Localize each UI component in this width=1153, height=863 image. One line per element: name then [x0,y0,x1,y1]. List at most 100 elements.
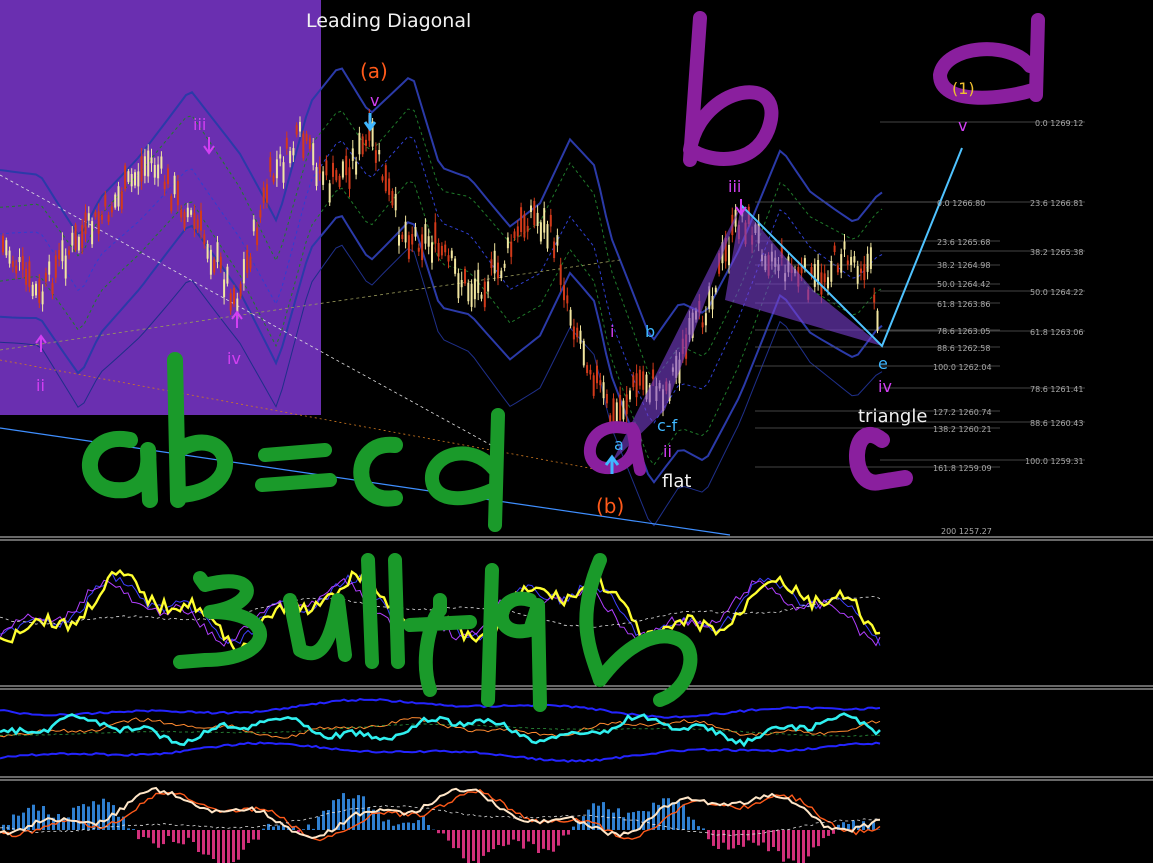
arrow-v-top [363,113,377,132]
macd-hist-bar [302,829,305,830]
candle-body [473,278,476,300]
macd-hist-bar [812,830,815,848]
candle-body [143,156,146,176]
chart-stage: Leading Diagonal (a) v iii ii iv i b a c… [0,0,1153,863]
macd-hist-bar [437,830,440,834]
candle-body [863,264,866,281]
fib-left-8: 127.2 1260.74 [933,408,992,417]
macd-hist-bar [152,830,155,844]
macd-hist-bar [102,798,105,830]
candle-body [622,400,625,420]
candle-body [120,191,123,210]
candle-body [513,231,516,239]
candle-body [830,261,833,282]
macd-hist-bar [272,826,275,830]
macd-hist-bar [757,830,760,846]
macd-hist-bar [467,830,470,863]
macd-hist-bar [547,830,550,851]
candle-body [407,235,410,259]
candle-body [190,210,193,215]
macd-hist-bar [752,830,755,843]
candle-body [114,194,117,208]
candle-body [180,209,183,218]
candle-body [355,161,358,175]
candle-body [503,263,506,268]
candle-body [500,270,503,279]
macd-hist-bar [222,830,225,863]
candle-body [589,369,592,375]
hand-c [849,427,913,491]
macd-hist-bar [712,830,715,846]
candle-body [424,224,427,244]
candle-body [295,125,298,135]
candle-body [714,287,717,293]
candle-body [157,164,160,179]
candle-body [836,265,839,273]
candle-body [840,254,843,273]
candle-body [84,212,87,234]
candle-body [414,227,417,237]
candle-body [153,165,156,178]
label-roman-ii-left: ii [36,376,45,395]
candle-body [711,296,714,310]
candle-body [117,186,120,207]
macd-hist-bar [147,830,150,838]
candle-body [272,175,275,182]
macd-hist-bar [227,830,230,863]
candle-body [374,150,377,163]
candle-body [483,281,486,308]
macd-hist-bar [667,798,670,830]
candle-body [308,137,311,149]
candle-body [365,139,367,146]
candle-body [213,259,216,273]
candle-body [833,245,836,252]
macd-hist-bar [627,812,630,830]
candle-body [229,293,232,311]
candle-body [345,155,348,176]
candle-body [572,326,575,340]
candle-body [615,402,618,423]
candle-body [460,280,463,288]
macd-hist-bar [702,828,705,830]
candle-body [447,255,450,262]
candle-body [506,237,509,249]
candle-body [322,171,325,185]
macd-hist-bar [247,830,250,843]
fib-left-4: 61.8 1263.86 [937,300,990,309]
macd-hist-bar [447,830,450,841]
candle-body [827,277,829,289]
candle-body [728,244,730,266]
fib-right-6: 88.6 1260.43 [1030,419,1083,428]
fib-left-0: 0.0 1266.80 [937,199,985,208]
macd-hist-bar [217,830,220,863]
candle-body [315,167,318,186]
macd-hist-bar [557,830,560,846]
candle-body [612,398,615,424]
hand-bull [173,553,405,669]
candle-body [704,313,707,326]
fib-left-1: 23.6 1265.68 [937,238,990,247]
macd-hist-bar [477,830,480,863]
candle-body [170,195,173,212]
candle-body [869,247,872,269]
candle-body [625,394,628,415]
macd-hist-bar [167,830,170,836]
label-wave-1: (1) [952,79,975,98]
candle-body [602,382,605,399]
candle-body [262,187,265,203]
candle-body [351,148,354,161]
candle-body [873,294,876,303]
candle-body [652,369,655,380]
macd-hist-bar [482,830,485,856]
macd-hist-bar [492,830,495,850]
macd-hist-bar [322,810,325,830]
fib-left-6: 88.6 1262.58 [937,344,990,353]
candle-body [510,241,513,257]
fib-right-1: 23.6 1266.81 [1030,199,1083,208]
macd-hist-bar [692,819,695,830]
candle-body [381,176,384,181]
label-wave-a-small: a [614,435,624,454]
candle-body [533,200,536,226]
candle-body [249,256,252,269]
macd-hist-bar [422,816,425,830]
